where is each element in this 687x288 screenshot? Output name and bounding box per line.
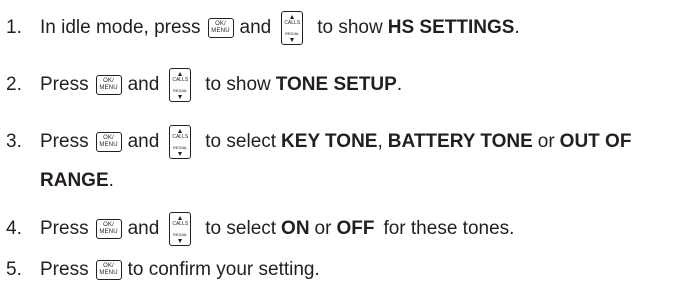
key-label: CALLS xyxy=(172,221,189,227)
arrow-up-icon xyxy=(178,72,183,76)
option-on: ON xyxy=(281,218,310,239)
step-3: 3. Press OK/ MENU and CALLS REDIAL to se… xyxy=(6,125,631,159)
step-number: 5. xyxy=(6,259,22,280)
step-text: . xyxy=(108,170,114,191)
step-text: to show xyxy=(205,74,271,95)
calls-redial-key-icon: CALLS REDIAL xyxy=(169,212,192,246)
key-label: REDIAL xyxy=(173,88,188,93)
menu-name: TONE SETUP xyxy=(275,74,397,95)
key-label: OK/ xyxy=(103,263,115,269)
key-label: MENU xyxy=(99,270,118,276)
option-key-tone: KEY TONE xyxy=(281,131,378,152)
key-label: OK/ xyxy=(215,21,226,27)
step-number: 1. xyxy=(6,17,22,38)
step-text: to select xyxy=(205,131,277,152)
step-1: 1. In idle mode, press OK/ MENU and CALL… xyxy=(6,11,520,45)
arrow-down-icon xyxy=(178,239,183,243)
key-label: REDIAL xyxy=(285,31,300,36)
option-out-of-range-cont: RANGE xyxy=(40,170,109,191)
key-label: OK/ xyxy=(103,78,115,84)
step-text: . xyxy=(514,17,520,38)
step-text: or xyxy=(314,218,332,239)
step-text: and xyxy=(127,218,160,239)
step-number: 3. xyxy=(6,131,22,152)
arrow-up-icon xyxy=(290,15,295,19)
step-text: and xyxy=(239,17,272,38)
step-text: for these tones. xyxy=(383,218,515,239)
step-text: and xyxy=(127,131,160,152)
key-label: REDIAL xyxy=(173,232,188,237)
step-text: Press xyxy=(40,259,89,280)
step-3-continuation: RANGE . xyxy=(40,169,114,193)
step-text: or xyxy=(537,131,555,152)
calls-redial-key-icon: CALLS REDIAL xyxy=(169,125,192,159)
ok-menu-key-icon: OK/ MENU xyxy=(207,18,234,38)
menu-name: HS SETTINGS xyxy=(387,17,515,38)
key-label: OK/ xyxy=(103,222,115,228)
ok-menu-key-icon: OK/ MENU xyxy=(95,132,122,152)
step-number: 2. xyxy=(6,74,22,95)
step-text: , xyxy=(377,131,383,152)
key-label: CALLS xyxy=(172,134,189,140)
step-text: to confirm your setting. xyxy=(127,259,320,280)
step-text: In idle mode, press xyxy=(40,17,201,38)
key-label: MENU xyxy=(99,142,118,148)
step-number: 4. xyxy=(6,218,22,239)
ok-menu-key-icon: OK/ MENU xyxy=(95,75,122,95)
key-label: MENU xyxy=(211,28,230,34)
arrow-down-icon xyxy=(290,38,295,42)
key-label: MENU xyxy=(99,229,118,235)
arrow-up-icon xyxy=(178,129,183,133)
arrow-down-icon xyxy=(178,95,183,99)
step-4: 4. Press OK/ MENU and CALLS REDIAL to se… xyxy=(6,212,514,246)
arrow-down-icon xyxy=(178,152,183,156)
option-out-of-range: OUT OF xyxy=(559,131,632,152)
step-5: 5. Press OK/ MENU to confirm your settin… xyxy=(6,258,320,282)
key-label: CALLS xyxy=(172,77,189,83)
arrow-up-icon xyxy=(178,216,183,220)
step-text: . xyxy=(396,74,403,95)
option-battery-tone: BATTERY TONE xyxy=(387,131,533,152)
step-text: to select xyxy=(205,218,277,239)
step-text: Press xyxy=(40,74,89,95)
step-text: Press xyxy=(40,131,89,152)
step-text: and xyxy=(127,74,160,95)
ok-menu-key-icon: OK/ MENU xyxy=(95,219,122,239)
key-label: REDIAL xyxy=(173,145,188,150)
option-off: OFF xyxy=(336,218,375,239)
key-label: CALLS xyxy=(284,20,301,26)
key-label: OK/ xyxy=(103,135,115,141)
instruction-steps: 1. In idle mode, press OK/ MENU and CALL… xyxy=(0,0,687,288)
calls-redial-key-icon: CALLS REDIAL xyxy=(169,68,192,102)
step-2: 2. Press OK/ MENU and CALLS REDIAL to sh… xyxy=(6,68,402,102)
step-text: to show xyxy=(317,17,383,38)
calls-redial-key-icon: CALLS REDIAL xyxy=(281,11,304,45)
ok-menu-key-icon: OK/ MENU xyxy=(95,260,122,280)
key-label: MENU xyxy=(99,85,118,91)
step-text: Press xyxy=(40,218,89,239)
